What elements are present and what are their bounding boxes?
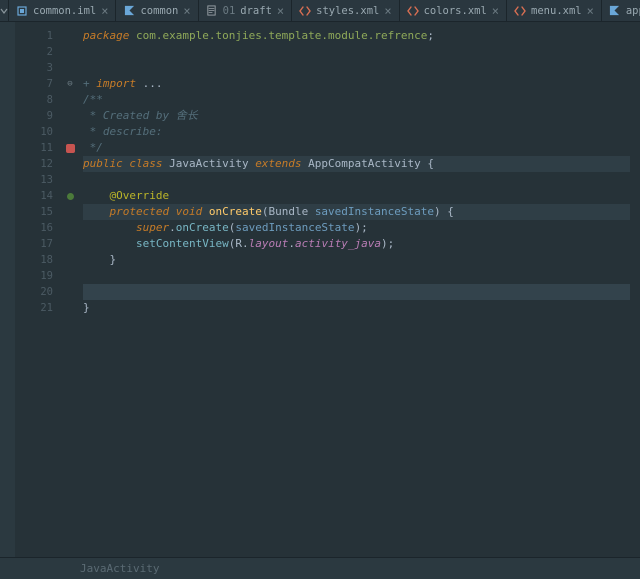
tab-bar: common.iml×common×01 draft×styles.xml×co… xyxy=(0,0,640,22)
line-number: 15 xyxy=(15,204,53,220)
tab-label: menu.xml xyxy=(531,5,582,17)
line-number: 21 xyxy=(15,300,53,316)
code-line: super.onCreate(savedInstanceState); xyxy=(83,220,630,236)
code-line: public class JavaActivity extends AppCom… xyxy=(83,156,630,172)
gutter-mark xyxy=(61,300,79,316)
line-number-gutter: 123789101112131415161718192021 xyxy=(15,22,61,557)
editor-tab[interactable]: menu.xml × xyxy=(507,0,602,21)
code-line xyxy=(83,44,630,60)
code-line: * describe: xyxy=(83,124,630,140)
tab-overflow-left[interactable] xyxy=(0,0,9,21)
iml-icon xyxy=(16,5,28,17)
kt-icon xyxy=(609,5,621,17)
line-number: 17 xyxy=(15,236,53,252)
breadcrumb-item[interactable]: JavaActivity xyxy=(80,562,159,575)
tab-label: colors.xml xyxy=(424,5,487,17)
code-line: * Created by 舍长 xyxy=(83,108,630,124)
marker-gutter: ⊖ xyxy=(61,22,79,557)
xml-icon xyxy=(407,5,419,17)
tab-label: app xyxy=(626,5,640,17)
code-line: /** xyxy=(83,92,630,108)
gutter-mark xyxy=(61,140,79,156)
line-number: 19 xyxy=(15,268,53,284)
chevron-down-icon xyxy=(0,7,8,15)
gutter-mark xyxy=(61,268,79,284)
editor-tab[interactable]: common.iml × xyxy=(9,0,116,21)
editor-area: 123789101112131415161718192021 ⊖ package… xyxy=(0,22,640,557)
gutter-mark xyxy=(61,28,79,44)
editor-tab[interactable]: app× xyxy=(602,0,640,21)
editor-tab[interactable]: 01 draft × xyxy=(199,0,293,21)
close-icon[interactable]: × xyxy=(587,5,594,17)
xml-icon xyxy=(514,5,526,17)
gutter-mark xyxy=(61,220,79,236)
code-line: } xyxy=(83,300,630,316)
code-line: protected void onCreate(Bundle savedInst… xyxy=(83,204,630,220)
line-number: 2 xyxy=(15,44,53,60)
line-number: 16 xyxy=(15,220,53,236)
close-icon[interactable]: × xyxy=(277,5,284,17)
code-line-caret xyxy=(83,284,630,300)
ide-root: common.iml×common×01 draft×styles.xml×co… xyxy=(0,0,640,579)
tab-label: common xyxy=(140,5,178,17)
editor-tab[interactable]: common × xyxy=(116,0,198,21)
line-number: 9 xyxy=(15,108,53,124)
gutter-mark xyxy=(61,172,79,188)
vertical-scrollbar[interactable] xyxy=(630,22,640,557)
line-number: 18 xyxy=(15,252,53,268)
code-line: */ xyxy=(83,140,630,156)
code-line xyxy=(83,60,630,76)
tab-label: draft xyxy=(240,5,272,17)
xml-icon xyxy=(299,5,311,17)
gutter-mark xyxy=(61,236,79,252)
line-number: 11 xyxy=(15,140,53,156)
code-line: setContentView(R.layout.activity_java); xyxy=(83,236,630,252)
code-line xyxy=(83,316,630,332)
code-line: + import ... xyxy=(83,76,630,92)
line-number: 20 xyxy=(15,284,53,300)
gutter-mark xyxy=(61,284,79,300)
line-number: 1 xyxy=(15,28,53,44)
line-number: 13 xyxy=(15,172,53,188)
editor-tab[interactable]: styles.xml × xyxy=(292,0,399,21)
line-number: 10 xyxy=(15,124,53,140)
gutter-mark xyxy=(61,204,79,220)
tab-prefix: 01 xyxy=(223,5,236,17)
close-icon[interactable]: × xyxy=(492,5,499,17)
kt-icon xyxy=(123,5,135,17)
gutter-mark xyxy=(61,108,79,124)
left-rail xyxy=(0,22,15,557)
gutter-mark xyxy=(61,156,79,172)
close-icon[interactable]: × xyxy=(183,5,190,17)
gutter-mark xyxy=(61,92,79,108)
close-icon[interactable]: × xyxy=(384,5,391,17)
line-number: 14 xyxy=(15,188,53,204)
code-canvas[interactable]: package com.example.tonjies.template.mod… xyxy=(79,22,630,557)
gutter-mark xyxy=(61,124,79,140)
line-number: 8 xyxy=(15,92,53,108)
line-number: 12 xyxy=(15,156,53,172)
code-line: } xyxy=(83,252,630,268)
line-number: 7 xyxy=(15,76,53,92)
txt-icon xyxy=(206,5,218,17)
code-line: package com.example.tonjies.template.mod… xyxy=(83,28,630,44)
gutter-mark xyxy=(61,60,79,76)
gutter-mark: ⊖ xyxy=(61,76,79,92)
gutter-mark xyxy=(61,44,79,60)
line-number: 3 xyxy=(15,60,53,76)
close-icon[interactable]: × xyxy=(101,5,108,17)
gutter-mark xyxy=(61,252,79,268)
code-line xyxy=(83,268,630,284)
gutter-mark xyxy=(61,188,79,204)
code-line: @Override xyxy=(83,188,630,204)
editor-tab[interactable]: colors.xml × xyxy=(400,0,507,21)
tab-label: styles.xml xyxy=(316,5,379,17)
code-line xyxy=(83,172,630,188)
breadcrumb-bar[interactable]: JavaActivity xyxy=(0,557,640,579)
tab-label: common.iml xyxy=(33,5,96,17)
